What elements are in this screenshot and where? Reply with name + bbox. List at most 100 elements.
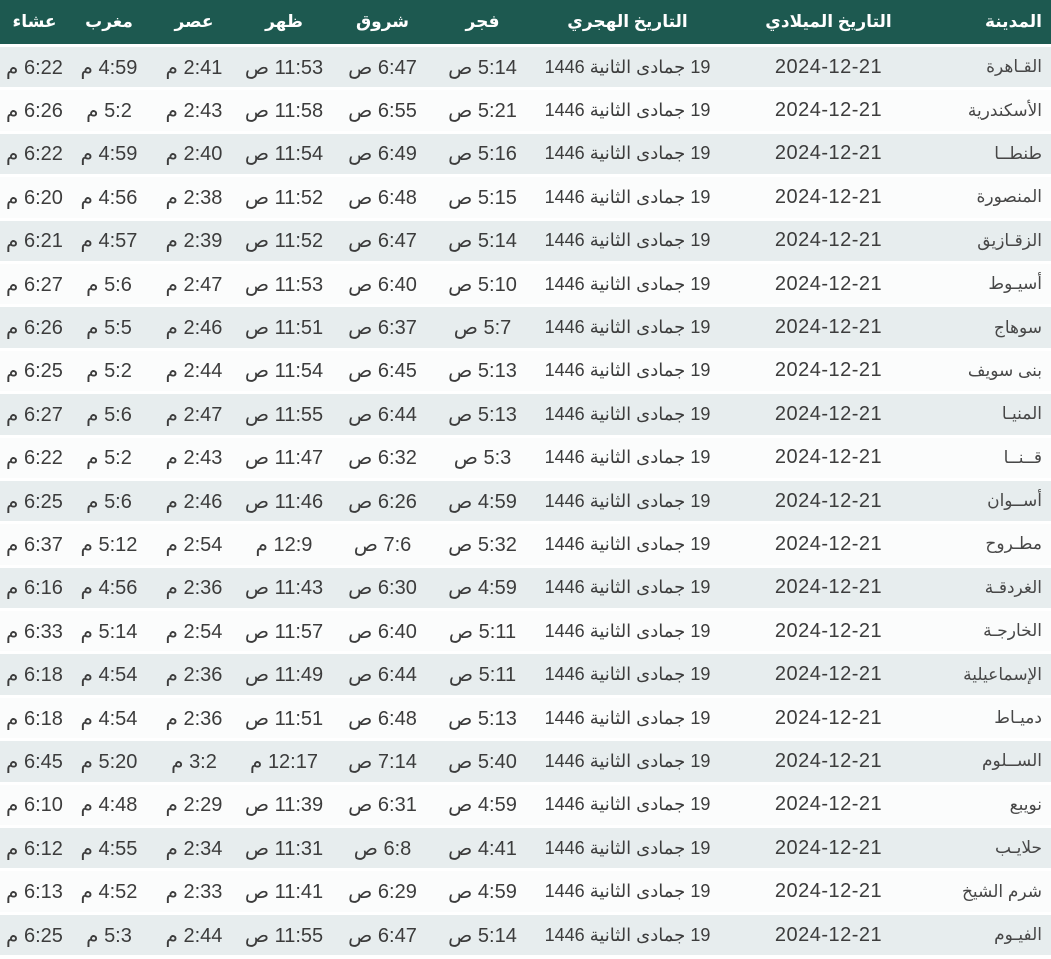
cell-hijri-date: 19 جمادى الثانية 1446: [529, 524, 726, 568]
cell-asr-time: 2:39 م: [149, 220, 239, 264]
table-body: القـاهرة 2024-12-21 19 جمادى الثانية 144…: [0, 47, 1051, 959]
cell-gregorian-date: 2024-12-21: [726, 611, 931, 655]
cell-city: الإسماعيلية: [931, 654, 1051, 698]
table-row: الزقـازيق 2024-12-21 19 جمادى الثانية 14…: [0, 220, 1051, 264]
cell-asr-time: 2:36 م: [149, 697, 239, 742]
cell-maghrib-time: 5:6 م: [69, 263, 149, 308]
cell-sunrise-time: 6:44 ص: [329, 394, 436, 438]
cell-asr-time: 2:43 م: [149, 90, 239, 134]
cell-isha-time: 6:16 م: [0, 567, 69, 612]
cell-maghrib-time: 5:20 م: [69, 741, 149, 785]
cell-dhuhr-time: 12:17 م: [239, 741, 329, 785]
cell-fajr-time: 5:10 ص: [436, 263, 529, 308]
cell-maghrib-time: 4:57 م: [69, 220, 149, 264]
cell-gregorian-date: 2024-12-21: [726, 133, 931, 178]
cell-fajr-time: 5:32 ص: [436, 524, 529, 568]
cell-dhuhr-time: 11:51 ص: [239, 307, 329, 351]
cell-isha-time: 6:25 م: [0, 350, 69, 395]
cell-gregorian-date: 2024-12-21: [726, 394, 931, 438]
cell-hijri-date: 19 جمادى الثانية 1446: [529, 914, 726, 959]
cell-maghrib-time: 5:6 م: [69, 394, 149, 438]
header-maghrib: مغرب: [69, 0, 149, 47]
cell-fajr-time: 5:13 ص: [436, 697, 529, 742]
cell-dhuhr-time: 11:47 ص: [239, 437, 329, 481]
cell-gregorian-date: 2024-12-21: [726, 871, 931, 915]
table-row: قــنــا 2024-12-21 19 جمادى الثانية 1446…: [0, 437, 1051, 481]
cell-gregorian-date: 2024-12-21: [726, 350, 931, 395]
cell-dhuhr-time: 11:31 ص: [239, 828, 329, 872]
header-city: المدينة: [931, 0, 1051, 47]
cell-sunrise-time: 6:32 ص: [329, 437, 436, 481]
cell-sunrise-time: 6:37 ص: [329, 307, 436, 351]
cell-fajr-time: 5:16 ص: [436, 133, 529, 178]
table-row: الغردقـة 2024-12-21 19 جمادى الثانية 144…: [0, 567, 1051, 612]
cell-asr-time: 2:46 م: [149, 307, 239, 351]
cell-fajr-time: 5:14 ص: [436, 914, 529, 959]
cell-maghrib-time: 4:54 م: [69, 697, 149, 742]
cell-sunrise-time: 6:47 ص: [329, 47, 436, 91]
cell-fajr-time: 5:11 ص: [436, 654, 529, 698]
table-row: القـاهرة 2024-12-21 19 جمادى الثانية 144…: [0, 47, 1051, 91]
table-row: الأسكندرية 2024-12-21 19 جمادى الثانية 1…: [0, 90, 1051, 134]
cell-gregorian-date: 2024-12-21: [726, 307, 931, 351]
cell-maghrib-time: 4:56 م: [69, 567, 149, 612]
cell-fajr-time: 4:59 ص: [436, 567, 529, 612]
cell-dhuhr-time: 12:9 م: [239, 524, 329, 568]
cell-sunrise-time: 6:40 ص: [329, 263, 436, 308]
cell-hijri-date: 19 جمادى الثانية 1446: [529, 871, 726, 915]
cell-sunrise-time: 6:26 ص: [329, 480, 436, 525]
header-fajr: فجر: [436, 0, 529, 47]
table-row: الفيـوم 2024-12-21 19 جمادى الثانية 1446…: [0, 914, 1051, 959]
cell-maghrib-time: 4:52 م: [69, 871, 149, 915]
cell-hijri-date: 19 جمادى الثانية 1446: [529, 611, 726, 655]
cell-dhuhr-time: 11:52 ص: [239, 220, 329, 264]
cell-fajr-time: 5:14 ص: [436, 47, 529, 91]
cell-sunrise-time: 6:48 ص: [329, 697, 436, 742]
cell-city: الأسكندرية: [931, 90, 1051, 134]
cell-city: مطـروح: [931, 524, 1051, 568]
cell-asr-time: 2:36 م: [149, 567, 239, 612]
cell-isha-time: 6:22 م: [0, 437, 69, 481]
cell-dhuhr-time: 11:41 ص: [239, 871, 329, 915]
cell-fajr-time: 5:14 ص: [436, 220, 529, 264]
cell-gregorian-date: 2024-12-21: [726, 220, 931, 264]
cell-gregorian-date: 2024-12-21: [726, 567, 931, 612]
table-row: بنى سويف 2024-12-21 19 جمادى الثانية 144…: [0, 350, 1051, 395]
cell-isha-time: 6:22 م: [0, 133, 69, 178]
cell-isha-time: 6:37 م: [0, 524, 69, 568]
cell-sunrise-time: 6:55 ص: [329, 90, 436, 134]
cell-fajr-time: 5:15 ص: [436, 177, 529, 221]
header-isha: عشاء: [0, 0, 69, 47]
table-row: حلايـب 2024-12-21 19 جمادى الثانية 1446 …: [0, 828, 1051, 872]
cell-city: طنطــا: [931, 133, 1051, 178]
cell-asr-time: 2:47 م: [149, 263, 239, 308]
table-row: أسيـوط 2024-12-21 19 جمادى الثانية 1446 …: [0, 263, 1051, 308]
cell-dhuhr-time: 11:39 ص: [239, 784, 329, 829]
cell-fajr-time: 4:41 ص: [436, 828, 529, 872]
cell-sunrise-time: 6:45 ص: [329, 350, 436, 395]
cell-gregorian-date: 2024-12-21: [726, 263, 931, 308]
cell-hijri-date: 19 جمادى الثانية 1446: [529, 307, 726, 351]
cell-isha-time: 6:21 م: [0, 220, 69, 264]
cell-dhuhr-time: 11:53 ص: [239, 47, 329, 91]
cell-maghrib-time: 4:59 م: [69, 47, 149, 91]
cell-dhuhr-time: 11:54 ص: [239, 133, 329, 178]
cell-gregorian-date: 2024-12-21: [726, 697, 931, 742]
cell-sunrise-time: 6:49 ص: [329, 133, 436, 178]
cell-isha-time: 6:27 م: [0, 394, 69, 438]
cell-gregorian-date: 2024-12-21: [726, 47, 931, 91]
cell-gregorian-date: 2024-12-21: [726, 784, 931, 829]
cell-dhuhr-time: 11:46 ص: [239, 480, 329, 525]
cell-isha-time: 6:25 م: [0, 914, 69, 959]
cell-maghrib-time: 4:59 م: [69, 133, 149, 178]
cell-asr-time: 2:44 م: [149, 350, 239, 395]
cell-gregorian-date: 2024-12-21: [726, 524, 931, 568]
cell-isha-time: 6:25 م: [0, 480, 69, 525]
cell-asr-time: 2:43 م: [149, 437, 239, 481]
table-row: المنيـا 2024-12-21 19 جمادى الثانية 1446…: [0, 394, 1051, 438]
cell-dhuhr-time: 11:58 ص: [239, 90, 329, 134]
cell-hijri-date: 19 جمادى الثانية 1446: [529, 133, 726, 178]
header-row: المدينة التاريخ الميلادي التاريخ الهجري …: [0, 0, 1051, 47]
cell-dhuhr-time: 11:52 ص: [239, 177, 329, 221]
cell-hijri-date: 19 جمادى الثانية 1446: [529, 90, 726, 134]
